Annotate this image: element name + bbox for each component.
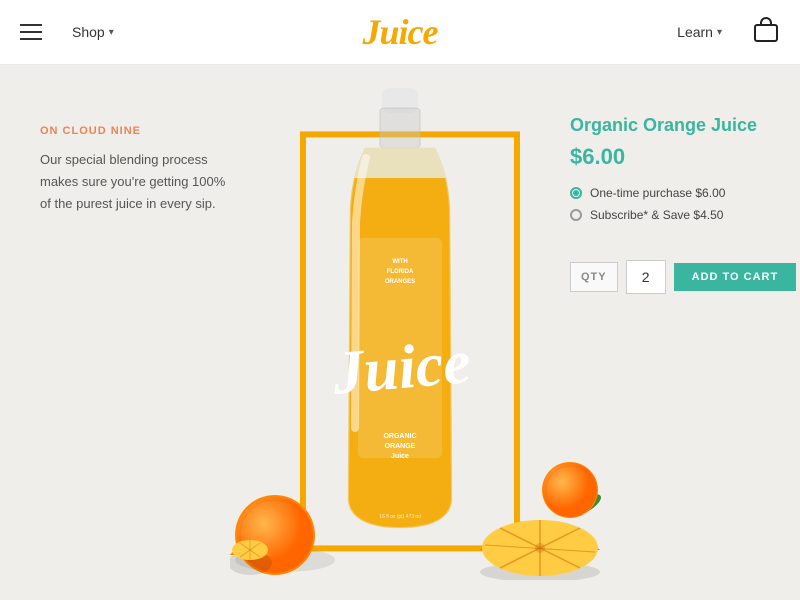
left-panel: ON CLOUD NINE Our special blending proce… — [0, 65, 260, 600]
main-content: ON CLOUD NINE Our special blending proce… — [0, 65, 800, 600]
header-center: Juice — [363, 11, 438, 53]
center-panel: WITH FLORIDA ORANGES Juice ORGANIC ORANG… — [260, 65, 560, 600]
one-time-option[interactable]: One-time purchase $6.00 — [570, 186, 775, 200]
qty-cart-row: QTY 2 ADD TO CART — [570, 260, 775, 294]
tagline-description: Our special blending process makes sure … — [40, 149, 230, 215]
one-time-label: One-time purchase $6.00 — [590, 186, 725, 200]
logo[interactable]: Juice — [363, 12, 438, 52]
subscribe-radio[interactable] — [570, 209, 582, 221]
learn-nav[interactable]: Learn ▾ — [677, 24, 722, 40]
subscribe-option[interactable]: Subscribe* & Save $4.50 — [570, 208, 775, 222]
header-left: Shop ▾ — [20, 24, 114, 40]
oranges-right — [470, 460, 610, 585]
shop-nav[interactable]: Shop ▾ — [72, 24, 114, 40]
svg-text:Juice: Juice — [391, 453, 409, 460]
product-title: Organic Orange Juice — [570, 115, 775, 136]
learn-label: Learn — [677, 24, 713, 40]
svg-text:ORANGE: ORANGE — [385, 443, 416, 450]
svg-text:FLORIDA: FLORIDA — [387, 269, 414, 275]
svg-text:ORANGES: ORANGES — [385, 279, 415, 285]
shop-label: Shop — [72, 24, 105, 40]
qty-input[interactable]: 2 — [626, 260, 666, 294]
tagline-label: ON CLOUD NINE — [40, 125, 230, 137]
purchase-options: One-time purchase $6.00 Subscribe* & Sav… — [570, 186, 775, 230]
svg-text:WITH: WITH — [392, 259, 407, 265]
oranges-left — [230, 475, 340, 580]
svg-text:16 fl oz (pt) 473 ml: 16 fl oz (pt) 473 ml — [379, 514, 420, 520]
cart-icon[interactable] — [752, 16, 780, 49]
qty-label: QTY — [570, 262, 618, 292]
shop-chevron-icon: ▾ — [109, 27, 114, 38]
svg-text:Juice: Juice — [329, 328, 473, 408]
product-price: $6.00 — [570, 144, 775, 170]
svg-text:ORGANIC: ORGANIC — [383, 433, 416, 440]
subscribe-label: Subscribe* & Save $4.50 — [590, 208, 723, 222]
one-time-radio[interactable] — [570, 187, 582, 199]
add-to-cart-button[interactable]: ADD TO CART — [674, 263, 797, 291]
header-right: Learn ▾ — [677, 16, 780, 49]
learn-chevron-icon: ▾ — [717, 27, 722, 38]
hamburger-menu-icon[interactable] — [20, 24, 42, 40]
